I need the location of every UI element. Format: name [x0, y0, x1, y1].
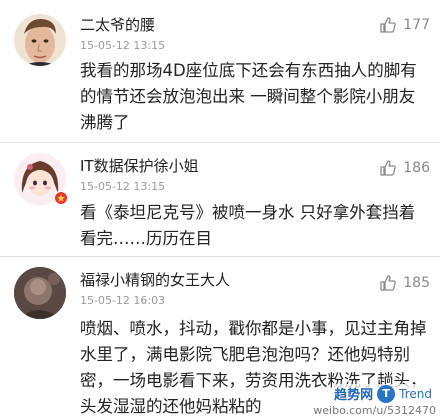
man-face-avatar-icon: [14, 14, 66, 66]
watermark-brand: 趋势网: [334, 388, 374, 403]
like-count: 185: [403, 275, 430, 291]
like-button[interactable]: 186: [379, 159, 430, 177]
comment-item: 二太爷的腰 15-05-12 13:15 177 我看的那场4D座位底下还会有东…: [0, 0, 440, 142]
like-button[interactable]: 177: [379, 16, 430, 34]
comment-username[interactable]: 二太爷的腰: [80, 14, 155, 35]
comment-username[interactable]: 福禄小精钢的女王大人: [80, 269, 230, 290]
avatar[interactable]: [14, 267, 66, 319]
comment-item: IT数据保护徐小姐 15-05-12 13:15 186 看《泰坦尼克号》被喷一…: [0, 143, 440, 256]
verified-badge-icon: [54, 191, 68, 205]
watermark: 趋势网 T Trend: [332, 384, 434, 403]
comment-timestamp: 15-05-12 13:15: [80, 180, 166, 193]
like-count: 186: [403, 160, 430, 176]
comment-timestamp: 15-05-12 13:15: [80, 39, 166, 52]
avatar[interactable]: [14, 14, 66, 66]
comment-text: 我看的那场4D座位底下还会有东西抽人的脚有的情节还会放泡泡出来 一瞬间整个影院小…: [80, 61, 417, 132]
thumbs-up-icon: [380, 17, 397, 33]
comment-text: 看《泰坦尼克号》被喷一身水 只好拿外套挡着看完……历历在目: [80, 203, 416, 248]
comment-timestamp: 15-05-12 16:03: [80, 294, 166, 307]
dark-photo-avatar-icon: [14, 267, 66, 319]
watermark-site: Trend: [399, 386, 432, 401]
like-button[interactable]: 185: [379, 274, 430, 292]
comment-username[interactable]: IT数据保护徐小姐: [80, 155, 199, 176]
thumbs-up-icon: [380, 275, 397, 291]
trend-logo-icon: T: [377, 384, 396, 403]
thumbs-up-icon: [380, 160, 397, 176]
like-count: 177: [403, 17, 430, 33]
watermark-handle: weibo.com/u/5312470: [313, 404, 436, 417]
